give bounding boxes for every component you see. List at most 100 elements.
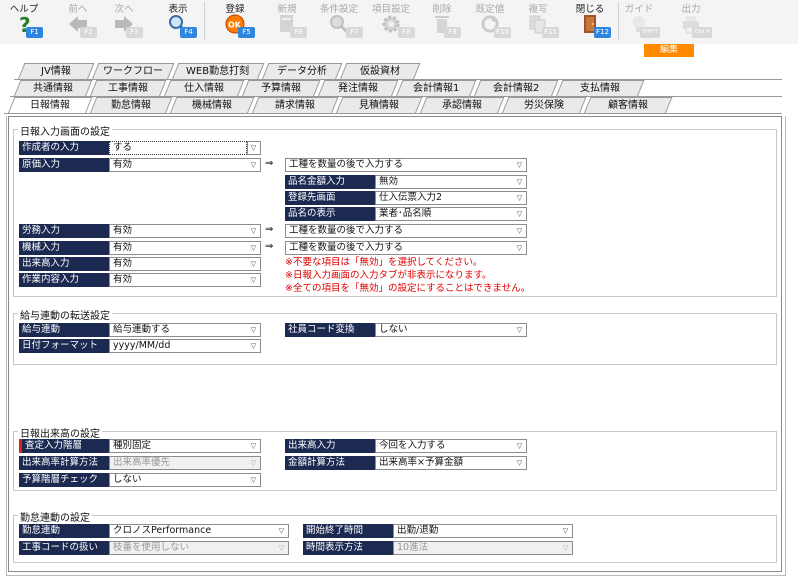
toolbar-button-7[interactable]: 条件設定 F7 <box>314 0 364 42</box>
select-value: 有効 <box>113 242 133 253</box>
toolbar-button-6[interactable]: 新規 F6 <box>266 0 308 42</box>
tab-label: WEB勤怠打刻 <box>186 66 250 77</box>
chevron-down-icon: ▽ <box>516 326 523 334</box>
section-title: 日報入力画面の設定 <box>18 123 112 138</box>
tab-3-2[interactable]: 勤怠情報 <box>90 97 173 113</box>
label-touroku: 登録先画面 <box>285 191 375 205</box>
select-sagyou[interactable]: 有効 ▽ <box>109 273 261 287</box>
select-value: 今回を入力する <box>379 440 446 451</box>
toolbar-button-11[interactable]: 複写 F11 <box>516 0 560 42</box>
toolbar-button-14[interactable]: 出力 Ctrl P <box>670 0 712 42</box>
tab-1-5[interactable]: 仮設資材 <box>340 63 421 79</box>
tab-3-7[interactable]: 労災保険 <box>502 97 587 113</box>
select-value: 出勤/退勤 <box>397 525 439 536</box>
tab-2-7[interactable]: 会計情報2 <box>474 80 559 96</box>
select-roumu[interactable]: 有効 ▽ <box>109 224 261 238</box>
tab-label: 請求情報 <box>275 100 316 111</box>
select-genka[interactable]: 有効 ▽ <box>109 158 261 172</box>
toolbar-button-2[interactable]: 前へ F2 <box>58 0 98 42</box>
chevron-down-icon: ▽ <box>278 527 285 535</box>
select-hyouji[interactable]: 業者･品名順 ▽ <box>375 207 527 221</box>
label-kingaku: 金額計算方法 <box>285 456 375 470</box>
select-kintai[interactable]: クロノスPerformance ▽ <box>109 524 289 538</box>
select-satei[interactable]: 種別固定 ▽ <box>109 439 261 453</box>
select-kyuyo[interactable]: 給与連動する ▽ <box>109 323 261 337</box>
section-title: 日報出来高の設定 <box>18 425 102 440</box>
tab-1-3[interactable]: WEB勤怠打刻 <box>172 63 265 79</box>
function-key-badge: F10 <box>494 27 511 38</box>
tab-3-3[interactable]: 機械情報 <box>170 97 255 113</box>
select-kingaku[interactable]: 出来高率×予算金額 ▽ <box>375 456 527 470</box>
chevron-down-icon: ▽ <box>516 210 523 218</box>
select-value: 有効 <box>113 225 133 236</box>
select-yosan[interactable]: しない ▽ <box>109 473 261 487</box>
function-key-badge: F1 <box>26 27 43 38</box>
tab-label: 予算情報 <box>261 83 302 94</box>
toolbar-button-12[interactable]: 閉じる F12 <box>568 0 612 42</box>
tab-2-2[interactable]: 工事情報 <box>90 80 167 96</box>
toolbar-button-1[interactable]: ヘルプ? F1 <box>4 0 44 42</box>
tab-baseline <box>4 113 782 114</box>
toolbar-button-3[interactable]: 次へ F3 <box>104 0 144 42</box>
tab-2-3[interactable]: 仕入情報 <box>164 80 245 96</box>
select-hiduke[interactable]: yyyy/MM/dd ▽ <box>109 339 261 353</box>
chevron-down-icon: ▽ <box>516 161 523 169</box>
section-title: 勤怠連動の設定 <box>18 509 92 524</box>
tab-1-2[interactable]: ワークフロー <box>92 63 175 79</box>
select-value: 出来高率優先 <box>113 457 171 468</box>
select-touroku[interactable]: 仕入伝票入力2 ▽ <box>375 191 527 205</box>
chevron-down-icon: ▽ <box>516 244 523 252</box>
tab-3-1[interactable]: 日報情報 <box>8 97 93 113</box>
select-sakusei-dropdown[interactable]: ▽ <box>247 141 261 155</box>
select-kaishi[interactable]: 出勤/退勤 ▽ <box>393 524 573 538</box>
arrow-icon: ⇒ <box>265 224 274 235</box>
tab-label: JV情報 <box>41 66 71 77</box>
tab-label: 仕入情報 <box>184 83 225 94</box>
toolbar-button-8[interactable]: 項目設定 F8 <box>366 0 416 42</box>
label-roumu: 労務入力 <box>19 224 109 238</box>
label-hyouji: 品名の表示 <box>285 207 375 221</box>
toolbar-button-4[interactable]: 表示 F4 <box>158 0 198 42</box>
toolbar-button-10[interactable]: 既定値 F10 <box>468 0 512 42</box>
tab-2-6[interactable]: 会計情報1 <box>396 80 477 96</box>
tab-3-8[interactable]: 顧客情報 <box>584 97 673 113</box>
select-hinmei[interactable]: 無効 ▽ <box>375 175 527 189</box>
select-genka-detail[interactable]: 工種を数量の後で入力する ▽ <box>285 158 527 172</box>
warning-text: ※全ての項目を「無効」の設定にすることはできません。 <box>285 283 531 294</box>
tab-label: 会計情報2 <box>492 83 540 94</box>
toolbar-button-5[interactable]: 登録 OK F5 <box>214 0 256 42</box>
tab-3-5[interactable]: 見積情報 <box>336 97 423 113</box>
tab-label: 顧客情報 <box>608 100 649 111</box>
tab-label: 会計情報1 <box>412 83 460 94</box>
tab-2-8[interactable]: 支払情報 <box>556 80 645 96</box>
select-roumu-detail[interactable]: 工種を数量の後で入力する ▽ <box>285 224 527 238</box>
tab-2-4[interactable]: 予算情報 <box>242 80 321 96</box>
select-keisan[interactable]: 出来高率優先 ▽ <box>109 456 261 470</box>
tab-1-1[interactable]: JV情報 <box>18 63 95 79</box>
label-keisan: 出来高率計算方法 <box>19 456 109 470</box>
toolbar: ヘルプ? F1 前へ F2 次へ F3 表示 F4 登録 OK F5 新規 F6 条件設定 F7 項目設定 F8… <box>0 0 798 44</box>
tab-2-1[interactable]: 共通情報 <box>14 80 93 96</box>
select-value: yyyy/MM/dd <box>113 340 171 351</box>
toolbar-button-9[interactable]: 削除 F9 <box>422 0 462 42</box>
select-jikan[interactable]: 10進法 ▽ <box>393 541 573 555</box>
tab-3-6[interactable]: 承認情報 <box>420 97 505 113</box>
select-kouji[interactable]: 枝番を使用しない ▽ <box>109 541 289 555</box>
select-dekidaka-input[interactable]: 今回を入力する ▽ <box>375 439 527 453</box>
toolbar-button-13[interactable]: ガイド SHIFT <box>618 0 660 42</box>
select-sakusei[interactable]: する <box>109 141 247 155</box>
label-shain: 社員コード変換 <box>285 323 375 337</box>
select-shain[interactable]: しない ▽ <box>375 323 527 337</box>
select-kikai-detail[interactable]: 工種を数量の後で入力する ▽ <box>285 241 527 255</box>
chevron-down-icon: ▽ <box>250 244 257 252</box>
select-kikai[interactable]: 有効 ▽ <box>109 241 261 255</box>
label-kouji: 工事コードの扱い <box>19 541 109 555</box>
tab-1-4[interactable]: データ分析 <box>262 63 343 79</box>
function-key-badge: F5 <box>238 27 255 38</box>
tab-label: 仮設資材 <box>360 66 401 77</box>
label-dekidaka: 出来高入力 <box>19 257 109 271</box>
tab-3-4[interactable]: 請求情報 <box>252 97 339 113</box>
select-dekidaka[interactable]: 有効 ▽ <box>109 257 261 271</box>
tab-2-5[interactable]: 発注情報 <box>318 80 399 96</box>
chevron-down-icon: ▽ <box>516 178 523 186</box>
